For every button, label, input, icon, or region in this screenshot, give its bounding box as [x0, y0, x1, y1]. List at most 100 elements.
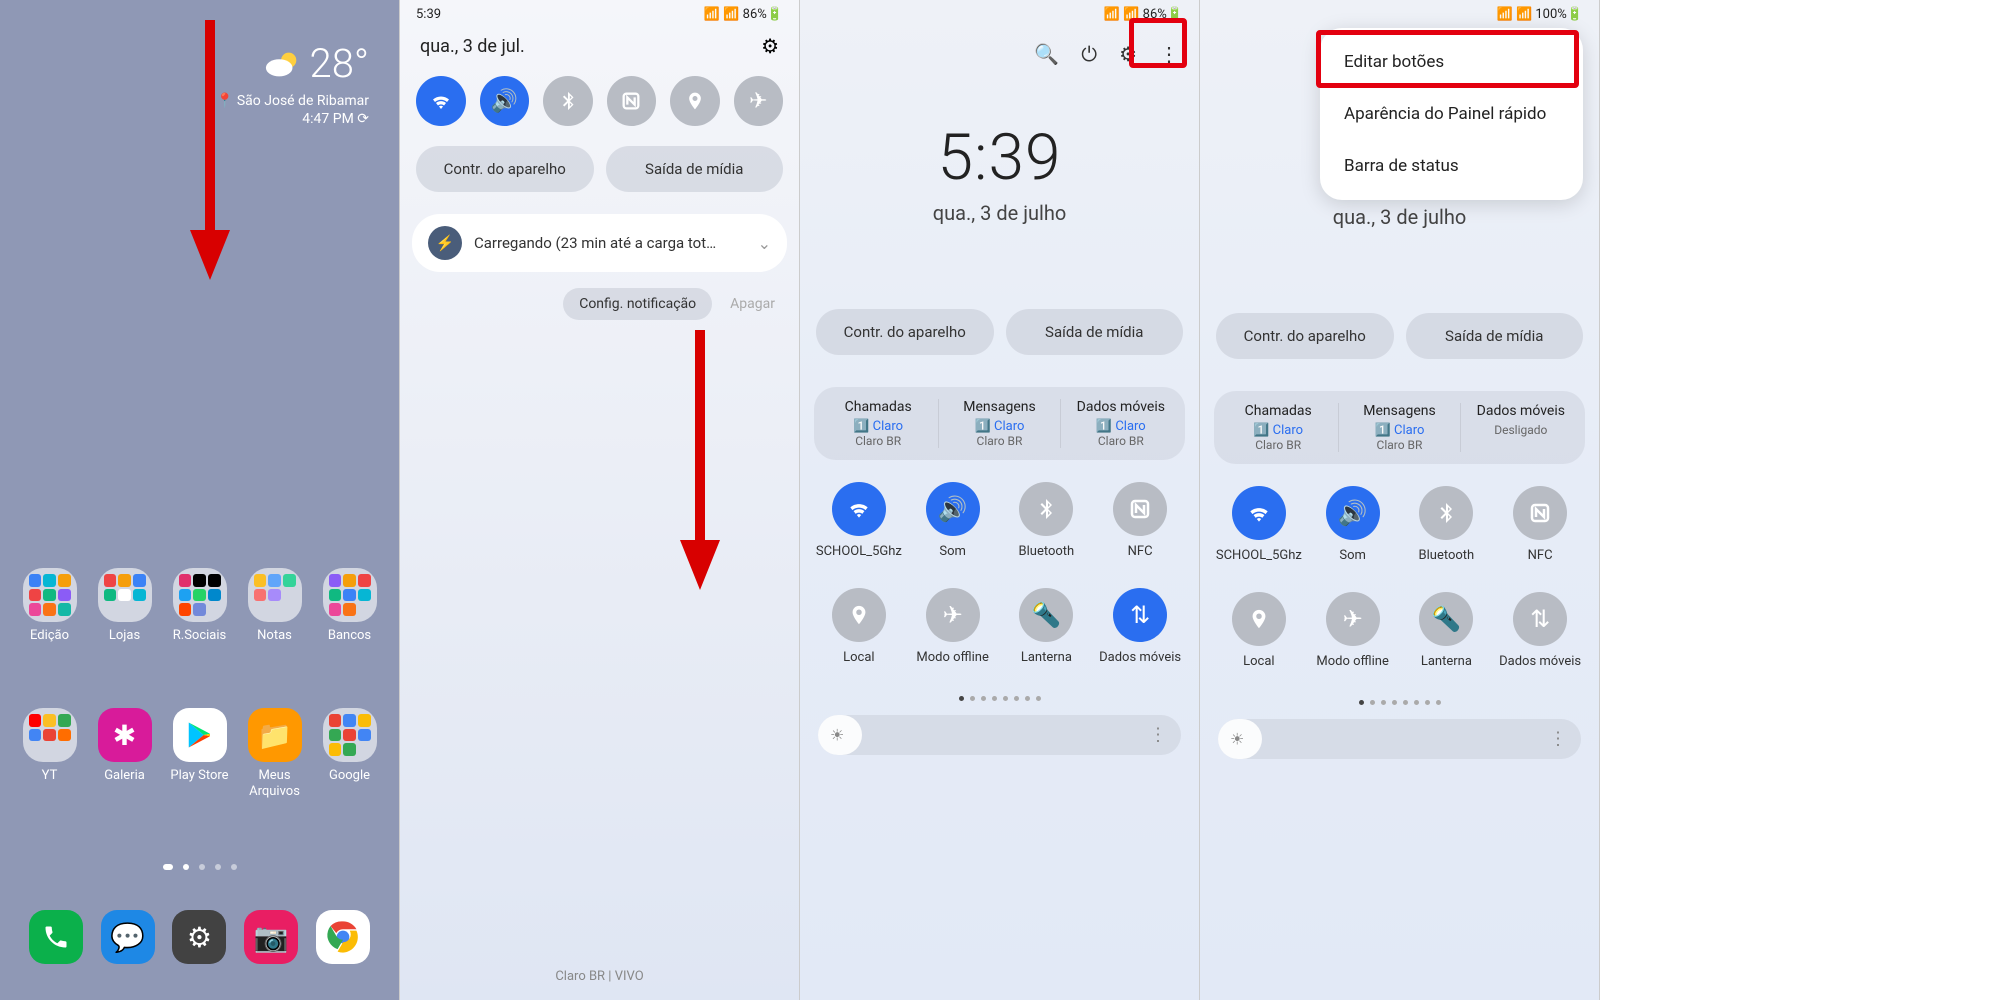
device-control-button[interactable]: Contr. do aparelho: [1216, 313, 1394, 359]
nfc-icon: [1513, 486, 1567, 540]
airplane-toggle[interactable]: ✈: [734, 76, 784, 126]
qs-flashlight[interactable]: 🔦Lanterna: [1402, 592, 1492, 684]
qs-sound[interactable]: 🔊Som: [908, 482, 998, 574]
quick-settings-with-menu: 📶 📶 100%🔋 5:39 qua., 3 de julho Editar b…: [1200, 0, 1600, 1000]
qs-sound[interactable]: 🔊Som: [1308, 486, 1398, 578]
charging-notification[interactable]: ⚡ Carregando (23 min até a carga tot… ⌄: [412, 214, 787, 272]
sound-toggle[interactable]: 🔊: [480, 76, 530, 126]
qs-mobiledata[interactable]: ⇅Dados móveis: [1495, 592, 1585, 684]
nfc-icon: [1113, 482, 1167, 536]
folder-bancos[interactable]: Bancos: [315, 568, 385, 660]
qs-grid: SCHOOL_5Ghz 🔊Som Bluetooth NFC Local ✈Mo…: [800, 460, 1199, 690]
status-indicators: 📶 📶 86%🔋: [704, 7, 783, 22]
sim-panel[interactable]: Chamadas 1️⃣ Claro Claro BR Mensagens 1️…: [1214, 391, 1585, 464]
status-time: 5:39: [416, 7, 441, 22]
folder-lojas[interactable]: Lojas: [90, 568, 160, 660]
qs-location[interactable]: Local: [814, 588, 904, 680]
device-control-button[interactable]: Contr. do aparelho: [816, 309, 994, 355]
qs-flashlight[interactable]: 🔦Lanterna: [1002, 588, 1092, 680]
folder-edicao[interactable]: Edição: [15, 568, 85, 660]
weather-temp: 28°: [310, 40, 370, 87]
settings-icon[interactable]: ⚙: [761, 34, 779, 58]
sound-icon: 🔊: [926, 482, 980, 536]
camera-app[interactable]: 📷: [244, 910, 298, 964]
wifi-toggle[interactable]: [416, 76, 466, 126]
folder-google[interactable]: Google: [315, 708, 385, 800]
weather-time: 4:47 PM ⟳: [216, 111, 369, 127]
messages-app[interactable]: 💬: [101, 910, 155, 964]
clear-button[interactable]: Apagar: [730, 288, 775, 320]
chrome-app[interactable]: [316, 910, 370, 964]
bluetooth-icon: [1019, 482, 1073, 536]
qs-nfc[interactable]: NFC: [1095, 482, 1185, 574]
brightness-icon: ☀: [830, 726, 844, 745]
brightness-icon: ☀: [1230, 730, 1244, 749]
qs-wifi[interactable]: SCHOOL_5Ghz: [814, 482, 904, 574]
qs-mobiledata[interactable]: ⇅Dados móveis: [1095, 588, 1185, 680]
sim-data[interactable]: Dados móveis 1️⃣ Claro Claro BR: [1061, 399, 1181, 448]
sound-icon: 🔊: [1326, 486, 1380, 540]
menu-panel-appearance[interactable]: Aparência do Painel rápido: [1320, 88, 1583, 140]
sim-messages[interactable]: Mensagens 1️⃣ Claro Claro BR: [939, 399, 1060, 448]
sim-calls[interactable]: Chamadas 1️⃣ Claro Claro BR: [1218, 403, 1339, 452]
settings-app[interactable]: ⚙: [172, 910, 226, 964]
location-icon: [1232, 592, 1286, 646]
brightness-more-icon[interactable]: ⋮: [1149, 725, 1167, 746]
folder-row: Edição Lojas R.Sociais Notas Bancos: [0, 568, 399, 660]
qs-nfc[interactable]: NFC: [1495, 486, 1585, 578]
notification-settings-button[interactable]: Config. notificação: [563, 288, 712, 320]
sim-panel[interactable]: Chamadas 1️⃣ Claro Claro BR Mensagens 1️…: [814, 387, 1185, 460]
qs-grid: SCHOOL_5Ghz 🔊Som Bluetooth NFC Local ✈Mo…: [1200, 464, 1599, 694]
power-icon[interactable]: ⏻: [1081, 42, 1097, 66]
quick-toggles: 🔊 ✈: [400, 70, 799, 132]
bluetooth-icon: [1419, 486, 1473, 540]
page-indicator: [0, 864, 399, 870]
app-meusarquivos[interactable]: 📁Meus Arquivos: [240, 708, 310, 800]
airplane-icon: ✈: [1326, 592, 1380, 646]
notification-shade: 5:39 📶 📶 86%🔋 qua., 3 de jul. ⚙ 🔊 ✈ Cont…: [400, 0, 800, 1000]
media-output-button[interactable]: Saída de mídia: [1006, 309, 1184, 355]
bluetooth-toggle[interactable]: [543, 76, 593, 126]
brightness-slider[interactable]: ☀ ⋮: [818, 715, 1181, 755]
folder-rsociais[interactable]: R.Sociais: [165, 568, 235, 660]
media-output-button[interactable]: Saída de mídia: [606, 146, 784, 192]
search-icon[interactable]: 🔍: [1034, 42, 1059, 66]
wifi-icon: [832, 482, 886, 536]
qs-bluetooth[interactable]: Bluetooth: [1402, 486, 1492, 578]
folder-notas[interactable]: Notas: [240, 568, 310, 660]
qs-bluetooth[interactable]: Bluetooth: [1002, 482, 1092, 574]
weather-icon: [264, 45, 302, 83]
app-galeria[interactable]: ✱Galeria: [90, 708, 160, 800]
chevron-down-icon[interactable]: ⌄: [758, 234, 771, 253]
date: qua., 3 de julho: [800, 201, 1199, 225]
brightness-slider[interactable]: ☀ ⋮: [1218, 719, 1581, 759]
qs-airplane[interactable]: ✈Modo offline: [1308, 592, 1398, 684]
device-control-button[interactable]: Contr. do aparelho: [416, 146, 594, 192]
nfc-toggle[interactable]: [607, 76, 657, 126]
menu-status-bar[interactable]: Barra de status: [1320, 140, 1583, 192]
sim-calls[interactable]: Chamadas 1️⃣ Claro Claro BR: [818, 399, 939, 448]
apps-row: YT ✱Galeria Play Store 📁Meus Arquivos Go…: [0, 708, 399, 800]
app-playstore[interactable]: Play Store: [165, 708, 235, 800]
status-bar: 📶 📶 100%🔋: [1200, 0, 1599, 28]
clock: 5:39: [800, 120, 1199, 195]
brightness-more-icon[interactable]: ⋮: [1549, 729, 1567, 750]
qs-page-indicator: [1200, 700, 1599, 705]
dock: 💬 ⚙ 📷: [0, 910, 399, 970]
sim-data[interactable]: Dados móveis Desligado: [1461, 403, 1581, 452]
qs-wifi[interactable]: SCHOOL_5Ghz: [1214, 486, 1304, 578]
home-screen: 28° 📍 São José de Ribamar 4:47 PM ⟳ Ediç…: [0, 0, 400, 1000]
phone-app[interactable]: [29, 910, 83, 964]
location-icon: [832, 588, 886, 642]
qs-airplane[interactable]: ✈Modo offline: [908, 588, 998, 680]
sim-messages[interactable]: Mensagens 1️⃣ Claro Claro BR: [1339, 403, 1460, 452]
qs-location[interactable]: Local: [1214, 592, 1304, 684]
weather-widget[interactable]: 28° 📍 São José de Ribamar 4:47 PM ⟳: [216, 40, 369, 127]
date: qua., 3 de julho: [1200, 205, 1599, 229]
bolt-icon: ⚡: [428, 226, 462, 260]
media-output-button[interactable]: Saída de mídia: [1406, 313, 1584, 359]
shade-date: qua., 3 de jul.: [420, 36, 525, 57]
location-toggle[interactable]: [670, 76, 720, 126]
folder-yt[interactable]: YT: [15, 708, 85, 800]
highlight-more-menu: [1129, 18, 1187, 68]
